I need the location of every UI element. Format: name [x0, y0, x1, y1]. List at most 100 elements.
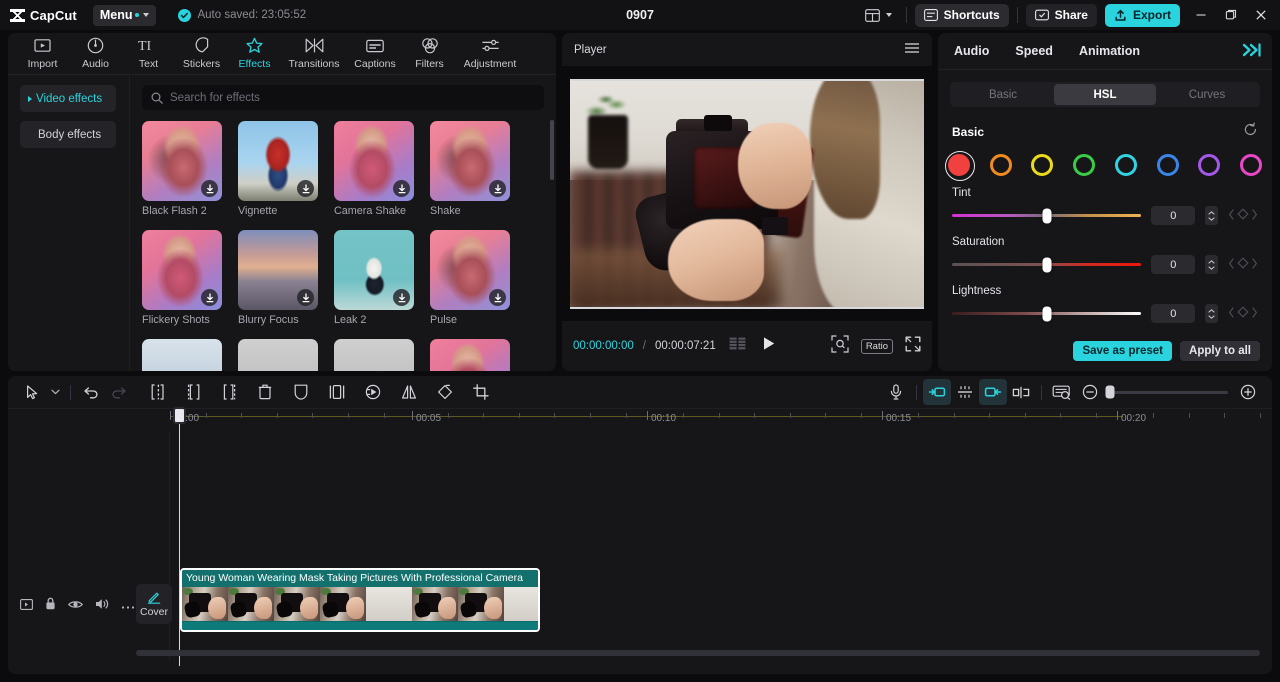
- double-chevron-right-icon[interactable]: [1242, 42, 1268, 58]
- fullscreen-icon[interactable]: [905, 336, 921, 357]
- lightness-slider-handle[interactable]: [1042, 306, 1052, 321]
- share-button[interactable]: Share: [1025, 3, 1097, 27]
- reset-icon[interactable]: [1243, 122, 1258, 142]
- trim-right-button[interactable]: [215, 379, 243, 405]
- sidebar-item-video-effects[interactable]: Video effects: [20, 85, 116, 112]
- trim-left-button[interactable]: [179, 379, 207, 405]
- timeline-ruler[interactable]: 00:00 00:05 00:10 00:15 00:20: [170, 408, 1272, 432]
- segment-curves[interactable]: Curves: [1156, 84, 1258, 105]
- apply-to-all-button[interactable]: Apply to all: [1180, 341, 1260, 361]
- prev-keyframe-icon[interactable]: [1228, 207, 1235, 225]
- timeline-horizontal-scrollbar[interactable]: [136, 650, 1260, 656]
- swatch-red[interactable]: [945, 151, 975, 181]
- download-icon[interactable]: [489, 180, 506, 197]
- freeze-frame-button[interactable]: [323, 379, 351, 405]
- export-button[interactable]: Export: [1104, 3, 1180, 27]
- effect-card[interactable]: [430, 339, 510, 371]
- player-stage[interactable]: [562, 66, 932, 321]
- snap-left-button[interactable]: [923, 379, 951, 405]
- download-icon[interactable]: [201, 180, 218, 197]
- layout-button[interactable]: [859, 4, 898, 26]
- swatch-purple[interactable]: [1198, 154, 1221, 176]
- swatch-yellow[interactable]: [1031, 154, 1054, 176]
- magnify-icon[interactable]: [831, 334, 849, 358]
- adsorb-button[interactable]: [1007, 379, 1035, 405]
- saturation-value[interactable]: 0: [1151, 255, 1196, 274]
- tint-stepper[interactable]: [1205, 206, 1218, 225]
- sidebar-item-body-effects[interactable]: Body effects: [20, 121, 116, 148]
- next-keyframe-icon[interactable]: [1251, 207, 1258, 225]
- effects-scrollbar[interactable]: [550, 120, 554, 180]
- timeline-zoom-slider[interactable]: [1105, 385, 1228, 399]
- eye-icon[interactable]: [68, 597, 83, 615]
- tab-effects[interactable]: Effects: [228, 33, 281, 70]
- video-track-icon[interactable]: [20, 597, 33, 615]
- hamburger-icon[interactable]: [904, 41, 920, 59]
- effect-card[interactable]: Pulse: [430, 230, 510, 326]
- tab-audio[interactable]: Audio: [69, 33, 122, 70]
- split-button[interactable]: [143, 379, 171, 405]
- next-keyframe-icon[interactable]: [1251, 256, 1258, 274]
- speed-button[interactable]: [359, 379, 387, 405]
- prev-keyframe-icon[interactable]: [1228, 256, 1235, 274]
- swatch-magenta[interactable]: [1239, 154, 1262, 176]
- record-voiceover-button[interactable]: [882, 379, 910, 405]
- ratio-button[interactable]: Ratio: [860, 338, 893, 354]
- tab-adjustment[interactable]: Adjustment: [456, 33, 524, 70]
- speaker-icon[interactable]: [95, 597, 109, 615]
- minimize-button[interactable]: [1186, 0, 1216, 30]
- next-keyframe-icon[interactable]: [1251, 305, 1258, 323]
- download-icon[interactable]: [489, 289, 506, 306]
- tab-filters[interactable]: Filters: [403, 33, 456, 70]
- tab-captions[interactable]: Captions: [347, 33, 403, 70]
- more-icon[interactable]: [121, 597, 135, 615]
- saturation-stepper[interactable]: [1205, 255, 1218, 274]
- tab-stickers[interactable]: Stickers: [175, 33, 228, 70]
- auto-adjust-button[interactable]: [951, 379, 979, 405]
- rotate-button[interactable]: [431, 379, 459, 405]
- add-keyframe-icon[interactable]: [1237, 256, 1249, 274]
- mirror-button[interactable]: [395, 379, 423, 405]
- swatch-cyan[interactable]: [1114, 154, 1137, 176]
- download-icon[interactable]: [393, 180, 410, 197]
- lightness-stepper[interactable]: [1205, 304, 1218, 323]
- timeline-clip[interactable]: Young Woman Wearing Mask Taking Pictures…: [180, 568, 540, 632]
- tool-dropdown-button[interactable]: [46, 379, 64, 405]
- redo-button[interactable]: [105, 379, 133, 405]
- segment-basic[interactable]: Basic: [952, 84, 1054, 105]
- select-tool-button[interactable]: [18, 379, 46, 405]
- segment-hsl[interactable]: HSL: [1054, 84, 1156, 105]
- tab-speed[interactable]: Speed: [1015, 44, 1053, 58]
- playhead[interactable]: [173, 407, 186, 666]
- cover-button[interactable]: Cover: [136, 584, 172, 624]
- tab-text[interactable]: TI Text: [122, 33, 175, 70]
- save-as-preset-button[interactable]: Save as preset: [1073, 341, 1173, 361]
- tab-transitions[interactable]: Transitions: [281, 33, 347, 70]
- undo-button[interactable]: [77, 379, 105, 405]
- play-button[interactable]: [762, 336, 776, 356]
- delete-button[interactable]: [251, 379, 279, 405]
- zoom-in-button[interactable]: [1234, 379, 1262, 405]
- add-keyframe-icon[interactable]: [1237, 207, 1249, 225]
- swatch-orange[interactable]: [989, 154, 1012, 176]
- playhead-handle[interactable]: [173, 407, 186, 424]
- tab-animation[interactable]: Animation: [1079, 44, 1140, 58]
- effect-card[interactable]: Camera Shake: [334, 121, 414, 217]
- effect-card[interactable]: Black Flash 2: [142, 121, 222, 217]
- effect-card[interactable]: Leak 2: [334, 230, 414, 326]
- download-icon[interactable]: [297, 289, 314, 306]
- effect-card[interactable]: Shake: [430, 121, 510, 217]
- link-button[interactable]: [979, 379, 1007, 405]
- timeline-zoom-handle[interactable]: [1105, 385, 1115, 399]
- add-keyframe-icon[interactable]: [1237, 305, 1249, 323]
- saturation-slider-track[interactable]: [952, 257, 1142, 272]
- lightness-value[interactable]: 0: [1151, 304, 1196, 323]
- frames-icon[interactable]: [729, 337, 747, 355]
- lock-icon[interactable]: [45, 597, 56, 615]
- download-icon[interactable]: [201, 289, 218, 306]
- menu-button[interactable]: Menu: [92, 4, 157, 26]
- effect-card[interactable]: [238, 339, 318, 371]
- shortcuts-button[interactable]: Shortcuts: [914, 3, 1009, 27]
- tint-slider-track[interactable]: [952, 208, 1142, 223]
- thumbnail-zoom-button[interactable]: [1048, 379, 1076, 405]
